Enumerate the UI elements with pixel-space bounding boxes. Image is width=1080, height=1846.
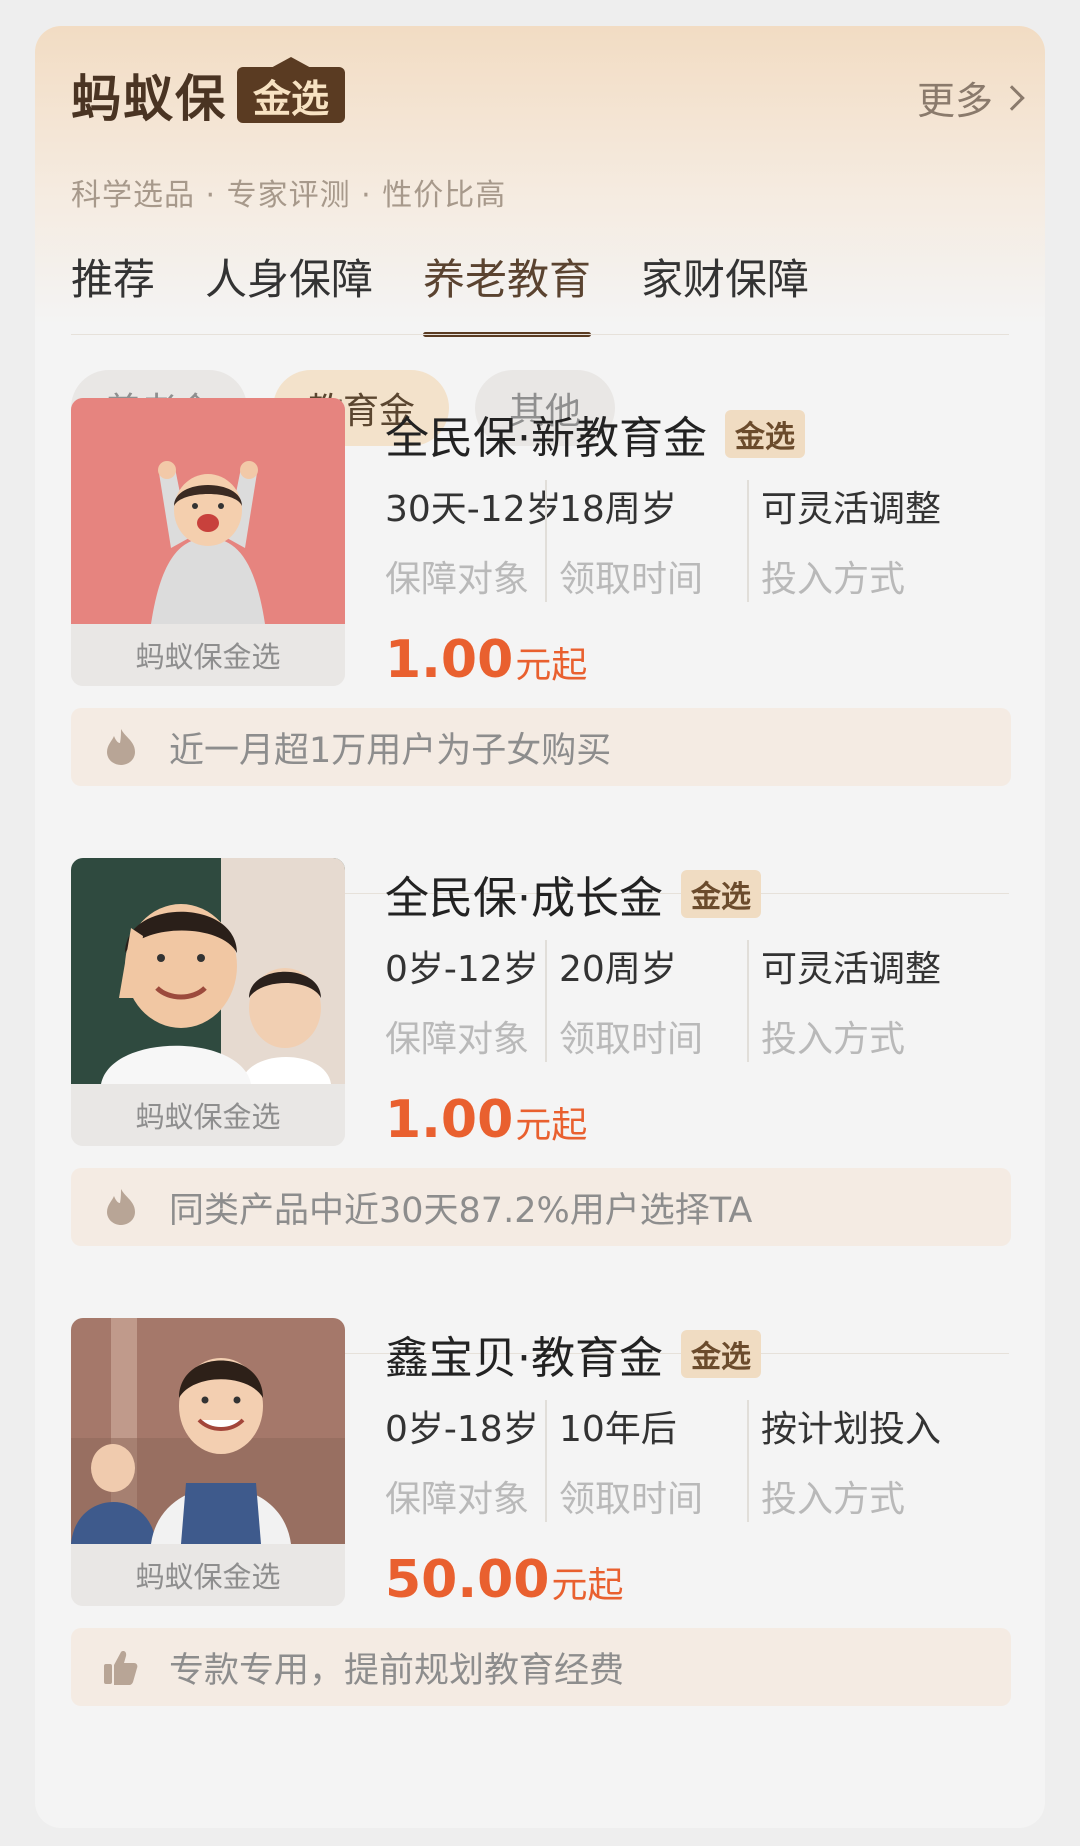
tab-recommend[interactable]: 推荐 (71, 246, 155, 337)
product-price: 1.00 元起 (385, 1090, 587, 1150)
chevron-right-icon (999, 84, 1025, 111)
gold-select-badge: 金选 (681, 870, 761, 918)
spec-value: 可灵活调整 (761, 489, 942, 530)
hint-text: 专款专用，提前规划教育经费 (169, 1650, 625, 1691)
spec-value: 可灵活调整 (761, 949, 942, 990)
flame-icon (107, 1189, 135, 1225)
spec-value: 0岁-12岁 (385, 949, 539, 990)
spec-value: 18周岁 (559, 489, 677, 530)
product-card[interactable]: 蚂蚁保金选 鑫宝贝·教育金 金选 0岁-18岁 保障对象 10年后 领取时间 按… (71, 1318, 1011, 1710)
product-title: 鑫宝贝·教育金 金选 (385, 1322, 761, 1386)
tagline: 科学选品 · 专家评测 · 性价比高 (71, 178, 507, 213)
spec-value: 30天-12岁 (385, 489, 562, 530)
tab-personal-protection[interactable]: 人身保障 (205, 246, 373, 337)
product-name: 全民保·成长金 (385, 873, 663, 924)
spec-payout-time: 18周岁 领取时间 (545, 480, 703, 602)
spec-coverage: 0岁-12岁 保障对象 (385, 940, 539, 1062)
price-unit: 元起 (551, 1565, 624, 1606)
product-thumbnail: 蚂蚁保金选 (71, 398, 345, 686)
brand-badge: 金选 (237, 67, 346, 123)
thumbnail-label: 蚂蚁保金选 (71, 1544, 345, 1606)
spec-value: 10年后 (559, 1409, 677, 1450)
spec-key: 投入方式 (761, 1479, 906, 1520)
price-value: 50.00 (385, 1550, 550, 1610)
product-hint: 近一月超1万用户为子女购买 (71, 708, 1011, 786)
hint-text: 同类产品中近30天87.2%用户选择TA (169, 1190, 753, 1231)
product-price: 1.00 元起 (385, 630, 587, 690)
product-card[interactable]: 蚂蚁保金选 全民保·新教育金 金选 30天-12岁 保障对象 18周岁 领取时间… (71, 398, 1011, 790)
spec-key: 保障对象 (385, 559, 530, 600)
spec-value: 按计划投入 (761, 1409, 942, 1450)
tab-property-protection[interactable]: 家财保障 (641, 246, 809, 337)
spec-key: 领取时间 (559, 1479, 704, 1520)
product-thumbnail: 蚂蚁保金选 (71, 1318, 345, 1606)
spec-coverage: 0岁-18岁 保障对象 (385, 1400, 539, 1522)
child-photo-image (71, 858, 345, 1084)
product-hint: 专款专用，提前规划教育经费 (71, 1628, 1011, 1706)
price-value: 1.00 (385, 1090, 514, 1150)
product-price: 50.00 元起 (385, 1550, 624, 1610)
product-title: 全民保·新教育金 金选 (385, 402, 805, 466)
product-card[interactable]: 蚂蚁保金选 全民保·成长金 金选 0岁-12岁 保障对象 20周岁 领取时间 可… (71, 858, 1011, 1250)
price-unit: 元起 (515, 645, 588, 686)
spec-key: 投入方式 (761, 1019, 906, 1060)
spec-investment-mode: 可灵活调整 投入方式 (747, 940, 941, 1062)
thumbnail-label: 蚂蚁保金选 (71, 624, 345, 686)
thumbnail-label: 蚂蚁保金选 (71, 1084, 345, 1146)
spec-key: 领取时间 (559, 1019, 704, 1060)
spec-coverage: 30天-12岁 保障对象 (385, 480, 562, 602)
spec-key: 领取时间 (559, 559, 704, 600)
product-thumbnail: 蚂蚁保金选 (71, 858, 345, 1146)
child-photo-image (71, 1318, 345, 1544)
insurance-card: 蚂蚁保 金选 更多 科学选品 · 专家评测 · 性价比高 推荐 人身保障 养老教… (35, 26, 1045, 1828)
spec-key: 保障对象 (385, 1479, 530, 1520)
product-name: 鑫宝贝·教育金 (385, 1333, 663, 1384)
child-photo-image (71, 398, 345, 624)
spec-payout-time: 20周岁 领取时间 (545, 940, 703, 1062)
spec-payout-time: 10年后 领取时间 (545, 1400, 703, 1522)
gold-select-badge: 金选 (725, 410, 805, 458)
product-name: 全民保·新教育金 (385, 413, 707, 464)
product-hint: 同类产品中近30天87.2%用户选择TA (71, 1168, 1011, 1246)
price-value: 1.00 (385, 630, 514, 690)
hint-text: 近一月超1万用户为子女购买 (169, 730, 612, 771)
spec-investment-mode: 可灵活调整 投入方式 (747, 480, 941, 602)
spec-key: 保障对象 (385, 1019, 530, 1060)
spec-value: 20周岁 (559, 949, 677, 990)
flame-icon (107, 729, 135, 765)
brand-name: 蚂蚁保 (71, 70, 227, 128)
more-link[interactable]: 更多 (916, 70, 1025, 125)
product-title: 全民保·成长金 金选 (385, 862, 761, 926)
spec-value: 0岁-18岁 (385, 1409, 539, 1450)
brand-logo: 蚂蚁保 金选 (71, 60, 346, 130)
category-tabs: 推荐 人身保障 养老教育 家财保障 (71, 246, 809, 337)
price-unit: 元起 (515, 1105, 588, 1146)
spec-investment-mode: 按计划投入 投入方式 (747, 1400, 941, 1522)
more-label: 更多 (916, 79, 993, 123)
thumbs-up-icon (104, 1651, 138, 1685)
tab-pension-education[interactable]: 养老教育 (423, 246, 592, 337)
tabs-divider (71, 334, 1009, 335)
gold-select-badge: 金选 (681, 1330, 761, 1378)
spec-key: 投入方式 (761, 559, 906, 600)
